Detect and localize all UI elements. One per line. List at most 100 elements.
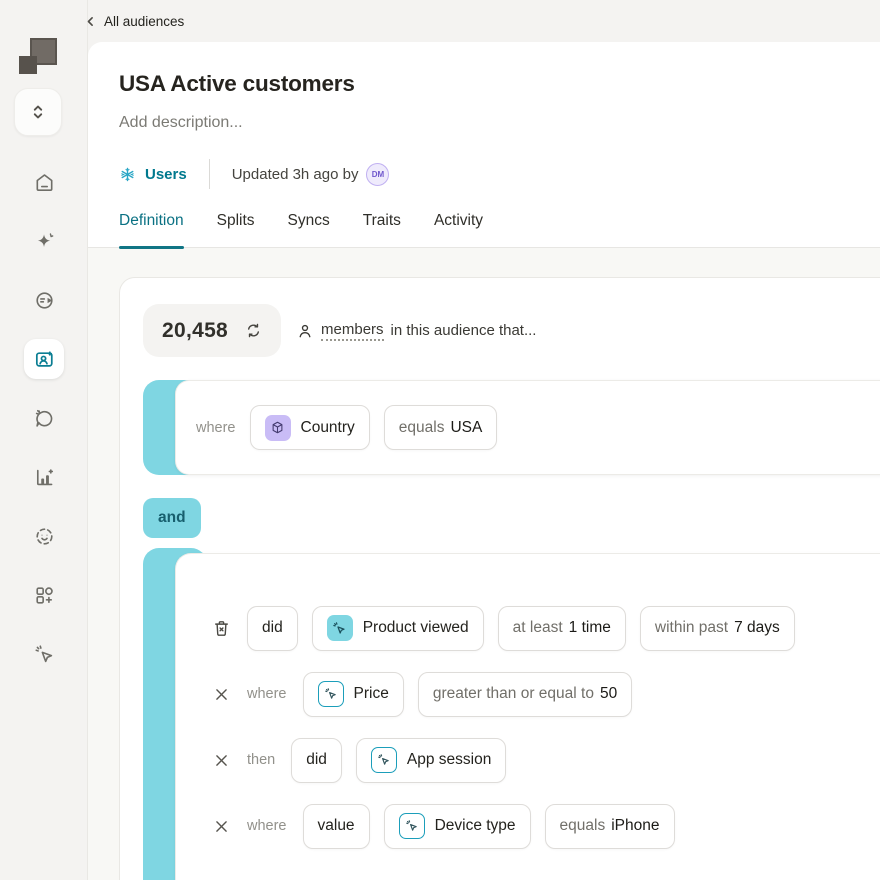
cursor-sparkle-icon xyxy=(34,644,52,662)
operator-muted: equals xyxy=(559,817,606,834)
frequency-value: 1 time xyxy=(568,619,611,636)
operator-button-gte-50[interactable]: greater than or equal to 50 xyxy=(417,671,633,717)
breadcrumb-back[interactable]: All audiences xyxy=(84,9,184,33)
did-button[interactable]: did xyxy=(291,737,342,783)
did-label: did xyxy=(306,751,327,768)
keyword-where: where xyxy=(196,419,236,436)
event-button-product-viewed[interactable]: Product viewed xyxy=(311,605,484,651)
cursor-sparkle-icon xyxy=(405,820,417,831)
condition-row: where Country equals USA xyxy=(175,380,880,475)
logo-square-small xyxy=(19,56,37,74)
event-property-chip xyxy=(317,681,344,707)
delete-row-button[interactable] xyxy=(209,618,233,639)
chevrons-up-down-icon xyxy=(33,105,43,119)
sidebar-item-analytics[interactable] xyxy=(32,465,56,489)
connector-and-chip[interactable]: and xyxy=(143,498,201,538)
updated-text: Updated 3h ago by xyxy=(231,165,359,183)
tab-syncs[interactable]: Syncs xyxy=(288,212,330,247)
operator-button-equals-iphone[interactable]: equals iPhone xyxy=(544,803,675,849)
cursor-sparkle-icon xyxy=(378,754,389,765)
member-stats-row: 20,458 members in this audience that... xyxy=(143,304,880,357)
sidebar-item-face-scan[interactable] xyxy=(32,524,56,548)
event-chip xyxy=(326,615,353,641)
operator-muted: greater than or equal to xyxy=(432,685,594,702)
property-label: Device type xyxy=(434,817,516,834)
description-placeholder[interactable]: Add description... xyxy=(119,114,880,132)
tab-activity[interactable]: Activity xyxy=(434,212,483,247)
circle-play-icon xyxy=(35,291,53,309)
window-value: 7 days xyxy=(734,619,780,636)
sidebar-item-journeys[interactable] xyxy=(32,288,56,312)
property-button-device-type[interactable]: Device type xyxy=(383,803,531,849)
cursor-sparkle-icon xyxy=(324,688,336,699)
event-row-then-did: then did App session xyxy=(209,737,880,783)
entity-type-link[interactable]: Users xyxy=(119,166,187,183)
remove-row-button[interactable] xyxy=(209,752,233,769)
tab-traits[interactable]: Traits xyxy=(363,212,401,247)
tab-definition[interactable]: Definition xyxy=(119,212,184,249)
workspace-switcher-button[interactable] xyxy=(14,88,62,136)
condition-group-2: did Product viewed at least 1 time withi… xyxy=(143,547,880,880)
keyword-where: where xyxy=(247,818,287,834)
entity-label: Users xyxy=(145,165,187,183)
operator-button-equals-usa[interactable]: equals USA xyxy=(383,405,498,450)
chart-plus-icon xyxy=(36,468,53,485)
event-row-where-price: where Price greater than or equal to 50 xyxy=(209,671,880,717)
members-sentence: members in this audience that... xyxy=(296,321,536,341)
audience-header: USA Active customers Add description... … xyxy=(88,42,880,189)
home-icon xyxy=(35,173,53,191)
chevron-left-icon xyxy=(87,16,93,26)
event-chip xyxy=(370,747,397,773)
message-sparkle-icon xyxy=(35,409,52,427)
window-muted: within past xyxy=(654,619,729,636)
property-button-price[interactable]: Price xyxy=(302,671,404,717)
event-button-app-session[interactable]: App session xyxy=(355,737,507,783)
event-row-where-device: where value Device type equals iPhone xyxy=(209,803,880,849)
value-label: value xyxy=(317,817,355,834)
event-label: App session xyxy=(406,751,492,768)
updated-info: Updated 3h ago by DM xyxy=(231,162,390,186)
x-icon xyxy=(215,688,227,700)
cursor-sparkle-icon xyxy=(333,621,345,634)
event-label: Product viewed xyxy=(362,619,469,636)
contact-card-plus-icon xyxy=(35,350,53,367)
sidebar-item-activation[interactable] xyxy=(32,642,56,666)
sidebar-item-audiences[interactable] xyxy=(24,339,64,379)
definition-content: 20,458 members in this audience that... … xyxy=(88,248,880,880)
keyword-then: then xyxy=(247,752,276,768)
page-title: USA Active customers xyxy=(119,71,355,96)
member-count: 20,458 xyxy=(162,318,229,342)
keyword-where: where xyxy=(247,686,287,702)
remove-row-button[interactable] xyxy=(209,686,233,703)
sidebar-item-integrations[interactable] xyxy=(32,583,56,607)
person-icon xyxy=(299,324,311,337)
main-panel: USA Active customers Add description... … xyxy=(88,42,880,880)
sidebar-nav xyxy=(0,170,88,701)
refresh-button[interactable] xyxy=(245,322,262,339)
sidebar-item-home[interactable] xyxy=(32,170,56,194)
cube-icon xyxy=(272,421,283,434)
did-button[interactable]: did xyxy=(247,605,298,651)
operator-value: iPhone xyxy=(611,817,660,834)
event-row-did: did Product viewed at least 1 time withi… xyxy=(209,605,880,651)
value-button[interactable]: value xyxy=(302,803,370,849)
avatar: DM xyxy=(366,162,390,186)
definition-card: 20,458 members in this audience that... … xyxy=(119,277,880,880)
sidebar-item-engage[interactable] xyxy=(32,406,56,430)
face-scan-icon xyxy=(35,527,53,545)
time-window-button[interactable]: within past 7 days xyxy=(639,605,795,651)
sidebar-item-ai[interactable] xyxy=(32,229,56,253)
x-icon xyxy=(215,820,227,832)
tab-splits[interactable]: Splits xyxy=(217,212,255,247)
property-button-country[interactable]: Country xyxy=(249,405,370,450)
members-suffix: in this audience that... xyxy=(390,322,537,339)
meta-row: Users Updated 3h ago by DM xyxy=(119,159,880,189)
breadcrumb-label: All audiences xyxy=(104,13,185,29)
frequency-button[interactable]: at least 1 time xyxy=(497,605,626,651)
operator-value: 50 xyxy=(599,685,618,702)
refresh-icon xyxy=(248,323,260,338)
members-link[interactable]: members xyxy=(321,321,384,341)
operator-muted: equals xyxy=(398,418,445,436)
remove-row-button[interactable] xyxy=(209,818,233,835)
property-label: Price xyxy=(353,685,389,702)
